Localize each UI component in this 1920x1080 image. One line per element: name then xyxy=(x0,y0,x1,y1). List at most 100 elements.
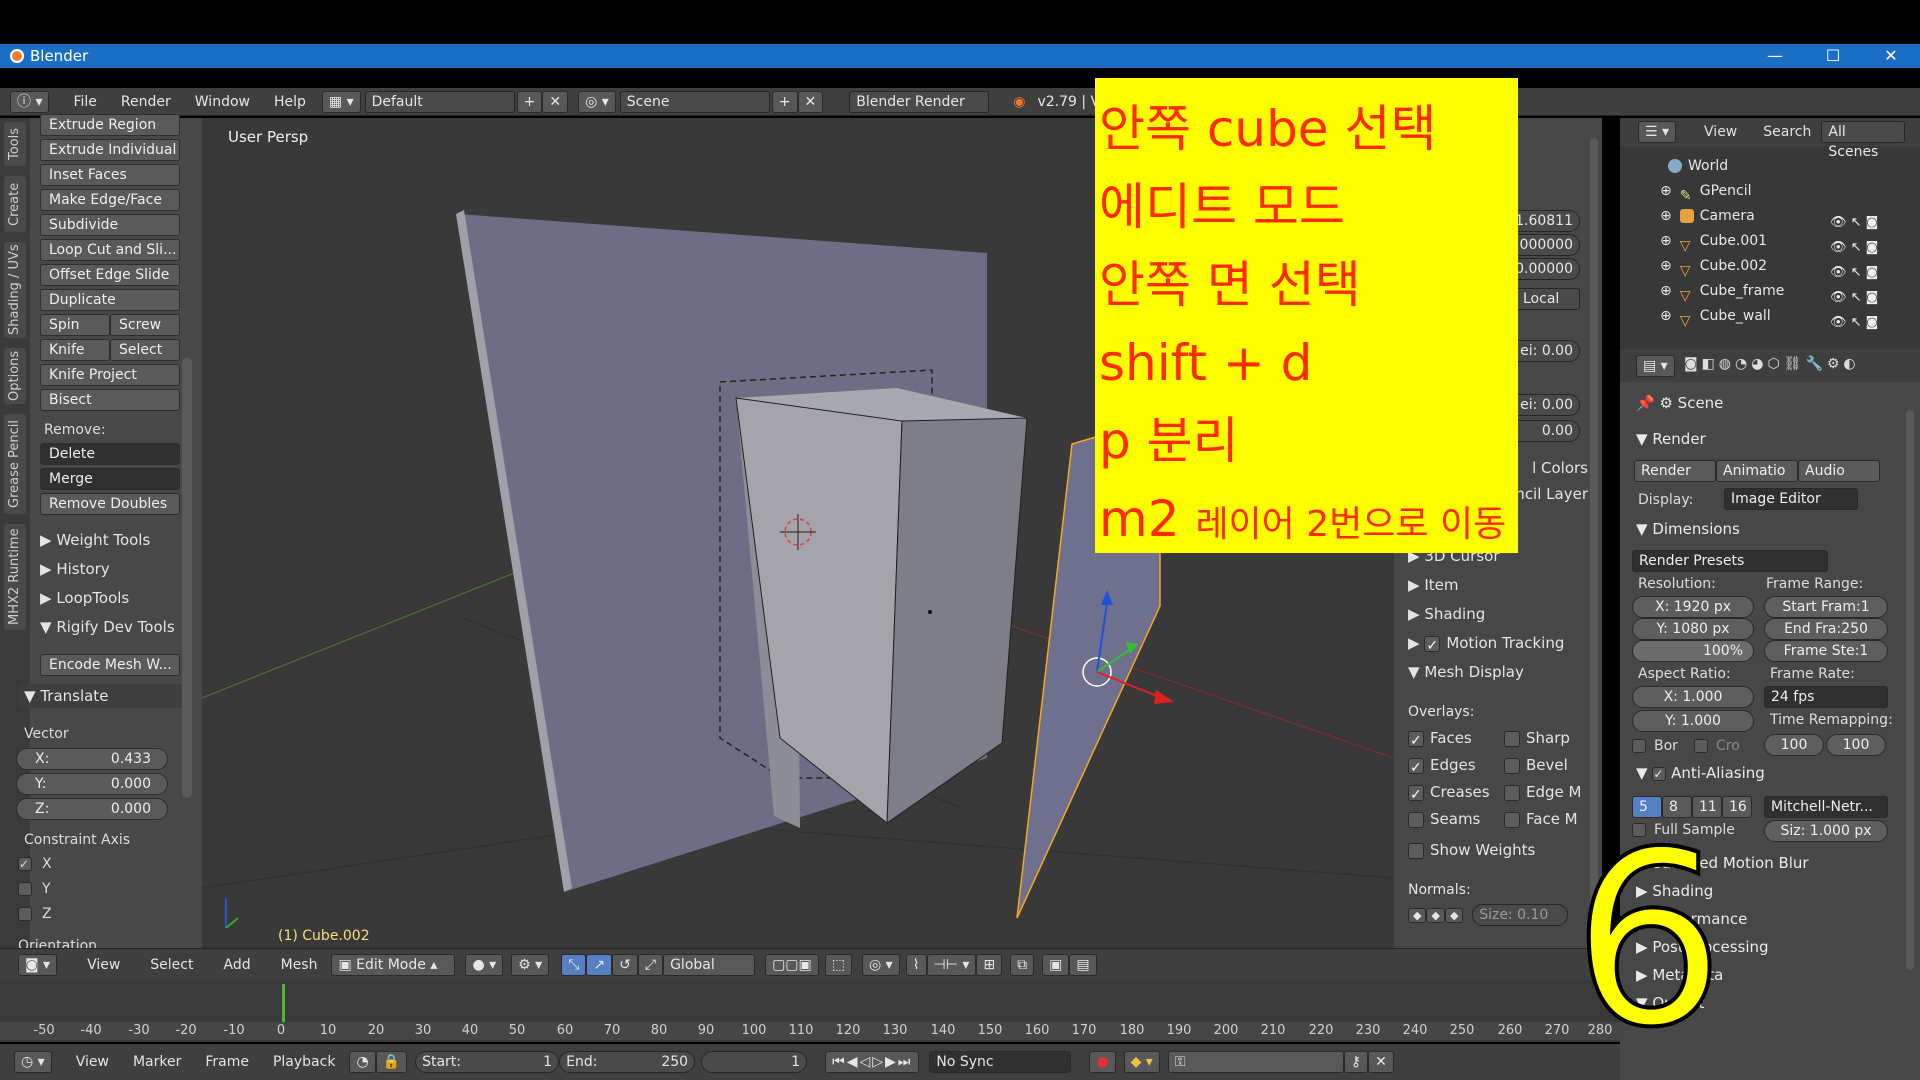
display-select[interactable]: Image Editor xyxy=(1724,488,1858,510)
current-frame-field[interactable]: 1 xyxy=(701,1051,808,1073)
duplicate-button[interactable]: Duplicate xyxy=(40,289,180,311)
layout-icon[interactable]: ▦ ▾ xyxy=(321,90,361,113)
menu-render[interactable]: Render xyxy=(121,94,171,110)
resolution-y-field[interactable]: Y: 1080 px xyxy=(1632,618,1754,640)
aa-samples-16[interactable]: 16 xyxy=(1722,796,1752,818)
normals-loop-icon[interactable]: ◆ xyxy=(1426,908,1445,923)
frame-start-timeline-field[interactable]: Start: 1 xyxy=(415,1051,560,1073)
encode-mesh-button[interactable]: Encode Mesh W... xyxy=(40,654,180,676)
normals-vertex-icon[interactable]: ◆ xyxy=(1408,908,1427,923)
menu-file[interactable]: File xyxy=(73,94,96,110)
scene-field[interactable]: Scene xyxy=(619,90,770,113)
outliner-item-cube-wall[interactable]: ⊕ ▽ Cube_wall xyxy=(1660,304,1771,329)
inset-faces-button[interactable]: Inset Faces xyxy=(40,164,180,186)
knife-button[interactable]: Knife xyxy=(40,339,110,361)
tab-shading-uvs[interactable]: Shading / UVs xyxy=(4,242,26,338)
resolution-percentage-field[interactable]: 100% xyxy=(1632,640,1754,662)
properties-context-tabs[interactable]: ◙◧◍◔◕⬡⛓🔧⚙◐ xyxy=(1684,356,1860,372)
filter-size-field[interactable]: Siz: 1.000 px xyxy=(1764,820,1888,842)
timeline-ruler[interactable]: -50 -40 -30 -20 -10 0 10 20 30 40 50 60 … xyxy=(0,1022,1620,1040)
view3d-menu-select[interactable]: Select xyxy=(150,957,193,973)
normals-face-icon[interactable]: ◆ xyxy=(1444,908,1464,923)
outliner-item-world[interactable]: World xyxy=(1668,154,1728,178)
snap-target-icon[interactable]: ⊞ xyxy=(976,953,1003,976)
frame-end-field[interactable]: End Fra:250 xyxy=(1764,618,1888,640)
loop-cut-button[interactable]: Loop Cut and Sli... xyxy=(40,239,180,261)
knife-project-button[interactable]: Knife Project xyxy=(40,364,180,386)
maximize-button[interactable]: ☐ xyxy=(1804,44,1862,68)
render-preview-icon[interactable]: ⧉ xyxy=(1010,953,1035,976)
offset-edge-slide-button[interactable]: Offset Edge Slide xyxy=(40,264,180,286)
timeline-menu-frame[interactable]: Frame xyxy=(205,1054,249,1070)
subdivide-button[interactable]: Subdivide xyxy=(40,214,180,236)
keying-set-field[interactable]: ⚿ xyxy=(1167,1051,1344,1073)
view3d-menu-add[interactable]: Add xyxy=(224,957,251,973)
rotate-manipulator-icon[interactable]: ↺ xyxy=(612,953,638,976)
preview-range-icon[interactable]: ◔ xyxy=(349,1051,376,1073)
occlude-geometry-icon[interactable]: ⬚ xyxy=(824,953,852,976)
overlay-sharp-checkbox[interactable]: Sharp xyxy=(1504,726,1594,750)
crop-checkbox[interactable]: Cro xyxy=(1694,738,1740,754)
snap-element-select[interactable]: ⊣⊢ ▾ xyxy=(926,953,977,976)
remove-scene-icon[interactable]: ✕ xyxy=(797,90,824,113)
timeline-menu-marker[interactable]: Marker xyxy=(133,1054,181,1070)
menu-help[interactable]: Help xyxy=(274,94,306,110)
manipulator-toggle[interactable]: ⤡ xyxy=(561,953,587,976)
outliner-search-menu[interactable]: Search xyxy=(1763,124,1811,140)
transform-orientation-select[interactable]: Global xyxy=(663,953,756,976)
resolution-x-field[interactable]: X: 1920 px xyxy=(1632,596,1754,618)
panel-anti-aliasing[interactable]: ▼ ✓ Anti-Aliasing xyxy=(1636,764,1765,782)
minimize-button[interactable]: — xyxy=(1746,44,1804,68)
render-button[interactable]: Render xyxy=(1634,460,1716,482)
panel-translate[interactable]: ▼ Translate xyxy=(18,684,188,708)
scale-manipulator-icon[interactable]: ⤢ xyxy=(637,953,664,976)
panel-item[interactable]: ▶ Item xyxy=(1408,573,1588,597)
insert-keyframe-icon[interactable]: ⚷ xyxy=(1343,1051,1369,1073)
timeline-menu-view[interactable]: View xyxy=(76,1054,109,1070)
current-frame-indicator[interactable] xyxy=(282,984,285,1022)
tab-mhx2-runtime[interactable]: MHX2 Runtime xyxy=(4,524,26,630)
close-button[interactable]: ✕ xyxy=(1862,44,1920,68)
render-audio-button[interactable]: Audio xyxy=(1798,460,1880,482)
editor-type-button[interactable]: ⓘ ▾ xyxy=(10,90,50,113)
overlay-bevel-checkbox[interactable]: Bevel xyxy=(1504,753,1594,777)
constraint-x-checkbox[interactable]: ✓ X xyxy=(18,856,52,872)
outliner-item-gpencil[interactable]: ⊕ ✎ GPencil xyxy=(1660,179,1752,204)
pivot-select[interactable]: ⚙ ▾ xyxy=(511,953,550,976)
snap-toggle[interactable]: ⌇ xyxy=(905,953,927,976)
outliner-item-cube-001[interactable]: ⊕ ▽ Cube.001 xyxy=(1660,229,1767,254)
outliner-item-camera[interactable]: ⊕ Camera xyxy=(1660,204,1755,228)
constraint-y-checkbox[interactable]: Y xyxy=(18,881,51,897)
panel-history[interactable]: ▶ History xyxy=(40,557,190,581)
overlay-creases-checkbox[interactable]: Creases xyxy=(1408,780,1498,807)
toolshelf-scrollbar[interactable] xyxy=(182,358,192,798)
outliner-view-menu[interactable]: View xyxy=(1704,124,1737,140)
screw-button[interactable]: Screw xyxy=(110,314,180,336)
proportional-edit-select[interactable]: ◎ ▾ xyxy=(862,953,900,976)
extrude-individual-button[interactable]: Extrude Individual xyxy=(40,139,180,161)
playback-controls[interactable]: ⏮◀◁▷▶⏭ xyxy=(825,1051,920,1073)
outliner-item-cube-002[interactable]: ⊕ ▽ Cube.002 xyxy=(1660,254,1767,279)
panel-motion-tracking[interactable]: ▶ Motion Tracking xyxy=(1408,631,1588,658)
overlay-seams-checkbox[interactable]: Seams xyxy=(1408,807,1498,831)
delete-keyframe-icon[interactable]: ✕ xyxy=(1368,1051,1394,1073)
overlay-edges-checkbox[interactable]: Edges xyxy=(1408,753,1498,780)
render-opengl-anim-icon[interactable]: ▤ xyxy=(1069,953,1097,976)
view3d-menu-mesh[interactable]: Mesh xyxy=(281,957,318,973)
render-opengl-icon[interactable]: ▣ xyxy=(1042,953,1070,976)
timeline-menu-playback[interactable]: Playback xyxy=(273,1054,335,1070)
vector-y-field[interactable]: Y: 0.000 xyxy=(16,773,168,795)
view3d-editor-type-button[interactable]: ◙ ▾ xyxy=(18,953,58,976)
record-icon[interactable]: ● xyxy=(1089,1051,1116,1073)
remove-doubles-button[interactable]: Remove Doubles xyxy=(40,493,180,515)
layout-field[interactable]: Default xyxy=(364,90,515,113)
normals-size-field[interactable]: Size: 0.10 xyxy=(1472,904,1569,926)
outliner-item-cube-frame[interactable]: ⊕ ▽ Cube_frame xyxy=(1660,279,1784,304)
remap-old-field[interactable]: 100 xyxy=(1764,734,1824,756)
outliner-display-mode-select[interactable]: All Scenes xyxy=(1821,121,1906,160)
extrude-region-button[interactable]: Extrude Region xyxy=(40,114,180,136)
overlay-faces-checkbox[interactable]: Faces xyxy=(1408,726,1498,753)
frame-rate-select[interactable]: 24 fps xyxy=(1764,686,1888,708)
panel-shading[interactable]: ▶ Shading xyxy=(1408,602,1588,626)
vector-x-field[interactable]: X: 0.433 xyxy=(16,748,168,770)
